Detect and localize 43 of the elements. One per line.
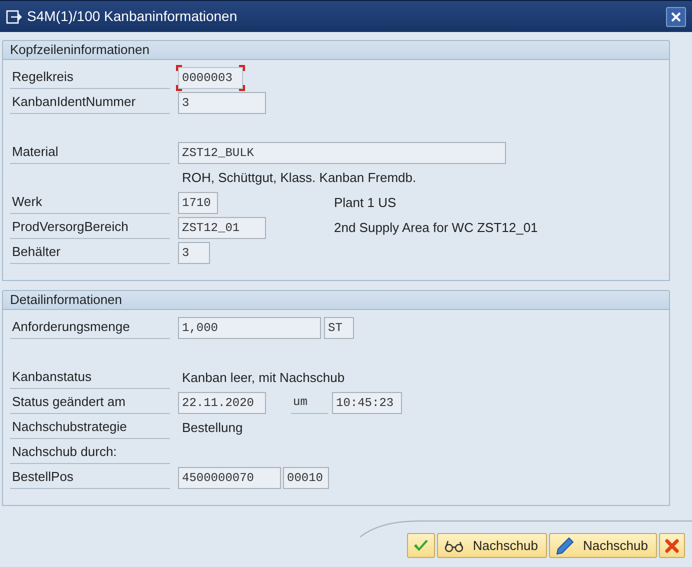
field-label: Anforderungsmenge [10,316,170,338]
input-field[interactable]: 3 [178,242,210,264]
section-title: Detailinformationen [3,291,669,310]
field-label: Nachschubstrategie [10,416,170,438]
checkmark-icon [412,538,429,552]
input-field[interactable]: 22.11.2020 [178,392,266,414]
input-field[interactable]: 1710 [178,192,218,214]
field-label: KanbanIdentNummer [10,92,170,114]
close-button[interactable] [666,6,686,26]
value-text: Bestellung [181,418,243,437]
value-text: Kanban leer, mit Nachschub [181,368,345,387]
nachschub-button[interactable]: Nachschub [436,533,547,558]
field-label: Nachschub durch: [10,442,170,464]
value-text: 2nd Supply Area for WC ZST12_01 [333,218,538,237]
field-label: Material [10,142,170,164]
value-text: ROH, Schüttgut, Klass. Kanban Fremdb. [181,168,416,187]
input-field[interactable]: ZST12_BULK [178,142,506,164]
confirm-button[interactable] [406,533,435,558]
field-label: Kanbanstatus [10,366,170,388]
cancel-button[interactable] [659,533,685,558]
cancel-icon [665,538,679,552]
field-label: BestellPos [10,466,170,488]
nachschub-button[interactable]: Nachschub [548,533,657,558]
input-field[interactable]: 0000003 [178,66,243,88]
field-label: Behälter [10,242,170,264]
input-field[interactable]: ST [324,316,354,338]
field-label: Regelkreis [10,66,170,88]
window-title: S4M(1)/100 Kanbaninformationen [27,7,238,26]
input-field[interactable]: 10:45:23 [332,392,402,414]
input-field[interactable]: 3 [178,92,266,114]
close-icon [671,12,681,22]
field-label: um [291,392,328,414]
window-icon [6,10,22,24]
field-label: Werk [10,192,170,214]
input-field[interactable]: ZST12_01 [178,216,266,238]
field-label: Status geändert am [10,392,170,414]
input-field[interactable]: 4500000070 [178,466,281,488]
field-label: ProdVersorgBereich [10,216,170,238]
input-field[interactable]: 00010 [283,466,329,488]
value-text: Plant 1 US [333,194,396,212]
pencil-icon [554,536,575,554]
input-field[interactable]: 1,000 [178,316,321,338]
section-title: Kopfzeileninformationen [3,41,669,60]
